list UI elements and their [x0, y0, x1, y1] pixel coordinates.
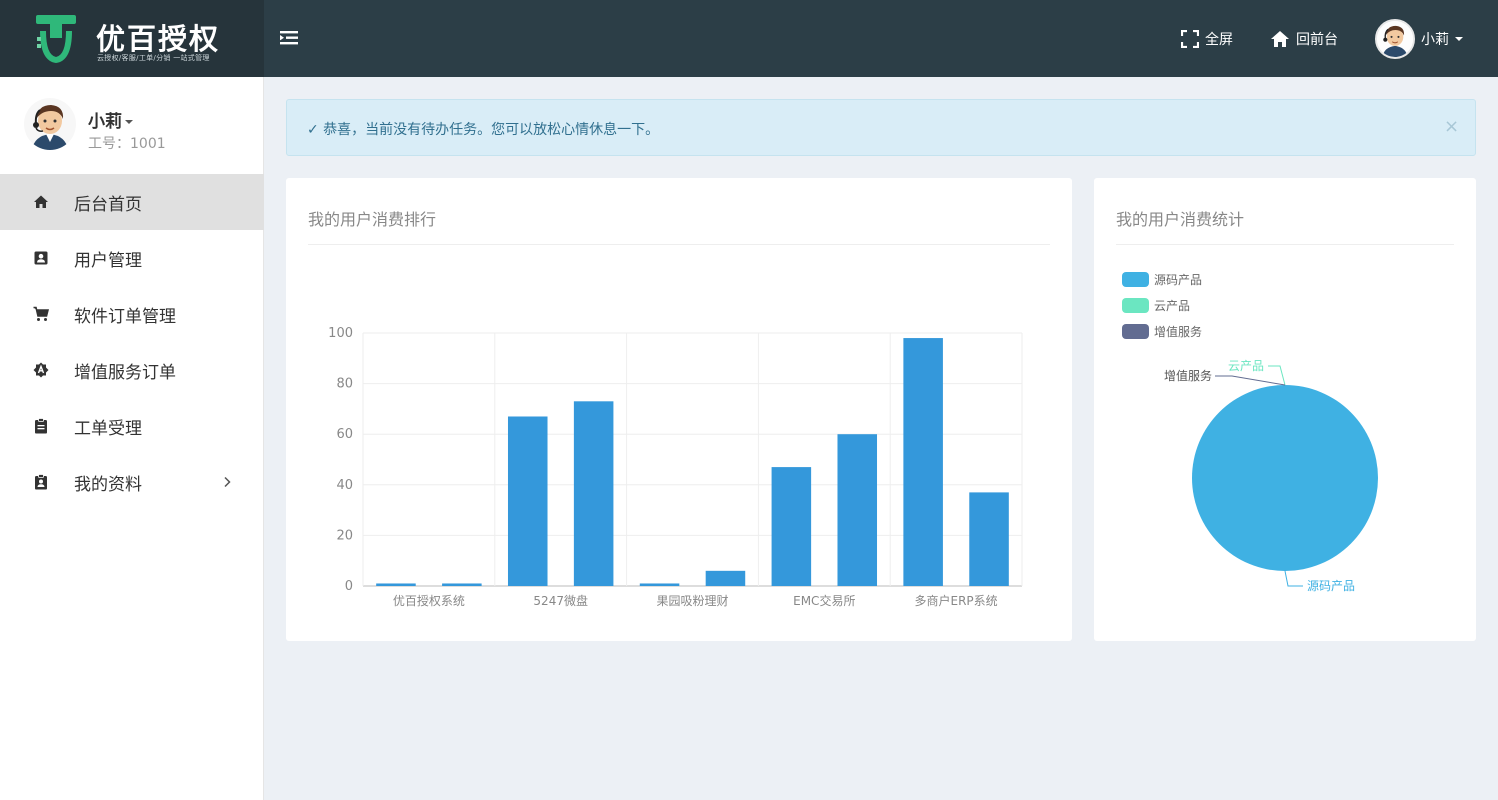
header-user-name: 小莉 [1421, 32, 1449, 48]
consumption-ranking-panel: 我的用户消费排行 0 20 40 60 80 100 优百授权系统 5247微盘 果园吸粉理财 E… [286, 178, 1072, 641]
bar [507, 416, 548, 586]
service-badge-icon [33, 362, 49, 378]
front-page-button[interactable]: 回前台 [1270, 26, 1338, 52]
top-header: 优百授权 云授权/客服/工单/分销 一站式管理 全屏 回前台 小莉 [0, 0, 1498, 77]
x-tick-label: 多商户ERP系统 [915, 593, 998, 608]
sidebar-item-label: 后台首页 [74, 194, 142, 215]
y-tick-label: 60 [336, 427, 353, 442]
bar-chart: 0 20 40 60 80 100 优百授权系统 5247微盘 果园吸粉理财 EMC交易所 多商户E… [328, 326, 1023, 608]
pie-label: 源码产品 [1307, 579, 1355, 593]
y-tick-label: 100 [328, 326, 353, 341]
bar [705, 570, 746, 586]
y-tick-label: 20 [336, 528, 353, 543]
bar [969, 492, 1009, 586]
y-tick-label: 0 [345, 579, 353, 594]
legend-swatch [1122, 324, 1149, 339]
pie-label-line [1284, 570, 1303, 587]
pie-label-line [1215, 375, 1286, 386]
chevron-down-icon [1455, 37, 1463, 41]
avatar [1375, 19, 1415, 59]
sidebar-user-id: 工号：1001 [88, 136, 166, 152]
cart-icon [33, 306, 49, 321]
alert-close-button[interactable]: × [1444, 116, 1459, 137]
x-tick-label: 5247微盘 [533, 593, 588, 608]
pie-chart: 源码产品云产品增值服务源码产品云产品增值服务 [1122, 272, 1378, 593]
profile-icon [35, 474, 47, 490]
alert-message: ✓ 恭喜，当前没有待办任务。您可以放松心情休息一下。 [307, 122, 660, 138]
sidebar-item-profile[interactable]: 我的资料 [0, 454, 264, 510]
legend-label: 源码产品 [1154, 273, 1202, 287]
chevron-down-icon [125, 120, 133, 124]
sidebar-toggle-icon[interactable] [278, 28, 300, 48]
front-page-label: 回前台 [1296, 32, 1338, 48]
bar [442, 583, 482, 586]
sidebar-item-label: 我的资料 [74, 474, 142, 495]
bar [639, 583, 680, 586]
bar [771, 467, 812, 586]
pie-label: 云产品 [1228, 359, 1264, 373]
fullscreen-button[interactable]: 全屏 [1181, 26, 1233, 52]
sidebar-menu: 后台首页 用户管理 软件订单管理 增值服务订单 工单受理 我的资料 [0, 174, 264, 510]
sidebar-item-label: 用户管理 [74, 250, 142, 271]
expand-icon [1181, 30, 1199, 48]
sidebar-item-label: 软件订单管理 [74, 306, 176, 327]
x-tick-label: EMC交易所 [793, 593, 855, 608]
sidebar-user-panel: 小莉 工号：1001 [0, 77, 264, 174]
x-tick-label: 优百授权系统 [393, 593, 465, 608]
avatar-image [24, 98, 76, 150]
avatar-image [1377, 21, 1413, 57]
y-tick-label: 40 [336, 478, 353, 493]
legend-swatch [1122, 298, 1149, 313]
sidebar-item-dashboard[interactable]: 后台首页 [0, 174, 264, 230]
brand-name: 优百授权 [96, 22, 221, 56]
consumption-stats-panel: 我的用户消费统计 源码产品 云产品 增值服务 源码产品 云产品 增值服务 [1094, 178, 1476, 641]
pie-slice [1192, 385, 1378, 571]
bar [837, 434, 878, 586]
sidebar-item-label: 工单受理 [74, 418, 142, 439]
legend-label: 云产品 [1154, 299, 1190, 313]
sidebar: 小莉 工号：1001 后台首页 用户管理 软件订单管理 增值服务订单 工单受理 … [0, 77, 264, 800]
bar [903, 338, 943, 586]
home-icon [34, 195, 48, 208]
user-menu[interactable]: 小莉 [1375, 18, 1463, 60]
legend-swatch [1122, 272, 1149, 287]
user-card-icon [34, 251, 48, 265]
sidebar-item-users[interactable]: 用户管理 [0, 230, 264, 286]
info-alert: ✓ 恭喜，当前没有待办任务。您可以放松心情休息一下。 × [286, 99, 1476, 156]
sidebar-item-tickets[interactable]: 工单受理 [0, 398, 264, 454]
x-tick-label: 果园吸粉理财 [656, 594, 728, 608]
sidebar-user-dropdown[interactable]: 小莉 [88, 107, 133, 132]
y-tick-label: 80 [336, 377, 353, 392]
sidebar-item-software-orders[interactable]: 软件订单管理 [0, 286, 264, 342]
fullscreen-label: 全屏 [1205, 32, 1233, 48]
logo-area[interactable]: 优百授权 云授权/客服/工单/分销 一站式管理 [0, 0, 264, 77]
brand-tagline: 云授权/客服/工单/分销 一站式管理 [97, 54, 210, 62]
chevron-right-icon [224, 476, 231, 488]
sidebar-avatar [24, 98, 76, 150]
sidebar-item-service-orders[interactable]: 增值服务订单 [0, 342, 264, 398]
bar [573, 401, 614, 586]
legend-label: 增值服务 [1154, 324, 1202, 339]
sidebar-user-name: 小莉 [88, 112, 122, 132]
pie-label: 增值服务 [1164, 368, 1212, 383]
clipboard-icon [35, 418, 47, 434]
brand-logo-icon [36, 15, 76, 63]
sidebar-item-label: 增值服务订单 [74, 362, 176, 383]
home-icon [1271, 31, 1289, 47]
bar [376, 583, 416, 586]
